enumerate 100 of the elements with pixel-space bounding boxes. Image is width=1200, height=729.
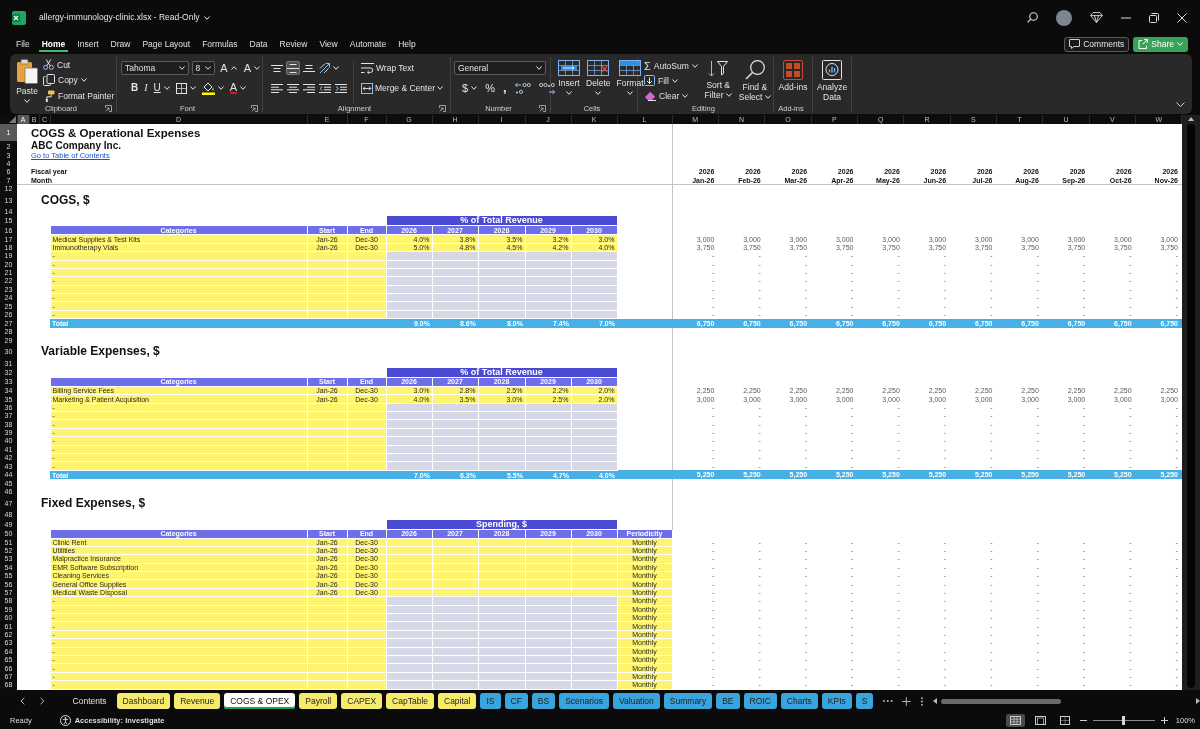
sheet-tab[interactable]: KPIs bbox=[821, 693, 852, 709]
sheet-tab[interactable]: CAPEX bbox=[341, 693, 383, 709]
zoom-in-icon[interactable] bbox=[1160, 717, 1168, 724]
caret-icon bbox=[566, 90, 572, 95]
diamond-icon[interactable] bbox=[1090, 12, 1103, 23]
font-color-button[interactable]: A bbox=[227, 81, 249, 95]
add-ins-button[interactable]: Add-ins bbox=[777, 58, 809, 103]
format-painter-button[interactable]: Format Painter bbox=[41, 89, 117, 103]
number-format-dropdown[interactable]: General bbox=[454, 61, 546, 75]
sheet-tab[interactable]: S bbox=[855, 693, 874, 709]
sheet-tab[interactable]: Capital bbox=[438, 693, 477, 709]
copy-button[interactable]: Copy bbox=[41, 73, 117, 87]
sheet-tab[interactable]: ROIC bbox=[743, 693, 777, 709]
decrease-decimal-icon bbox=[538, 82, 555, 94]
input-cell bbox=[307, 630, 347, 639]
bold-button[interactable]: B bbox=[129, 81, 141, 95]
underline-button[interactable]: U bbox=[151, 81, 172, 95]
scroll-right-icon[interactable] bbox=[1196, 698, 1200, 704]
dialog-launcher-icon[interactable] bbox=[251, 105, 258, 113]
more-options-icon[interactable] bbox=[920, 696, 923, 706]
orientation-button[interactable] bbox=[318, 61, 340, 75]
input-cell bbox=[347, 445, 386, 454]
fill-color-button[interactable] bbox=[199, 81, 226, 95]
sheet-tab[interactable]: Valuation bbox=[613, 693, 660, 709]
menu-tab[interactable]: Automate bbox=[346, 36, 390, 52]
align-center-button[interactable] bbox=[286, 81, 300, 95]
vertical-scrollbar-thumb[interactable] bbox=[1187, 124, 1195, 688]
autosum-button[interactable]: Σ AutoSum bbox=[642, 59, 700, 73]
increase-indent-button[interactable] bbox=[334, 81, 348, 95]
sheet-tab[interactable]: CapTable bbox=[386, 693, 434, 709]
zoom-slider-thumb[interactable] bbox=[1122, 716, 1126, 725]
merge-center-button[interactable]: Merge & Center bbox=[360, 81, 444, 95]
insert-cells-button[interactable]: Insert bbox=[557, 58, 581, 103]
menu-tab[interactable]: Review bbox=[276, 36, 311, 52]
percent-button[interactable]: % bbox=[483, 81, 497, 95]
sheet-tab[interactable]: BS bbox=[531, 693, 556, 709]
clear-button[interactable]: Clear bbox=[642, 89, 700, 103]
menu-tab[interactable]: Data bbox=[246, 36, 271, 52]
delete-cells-button[interactable]: Delete bbox=[585, 58, 612, 103]
sheet-tab[interactable]: Revenue bbox=[174, 693, 221, 709]
scroll-left-icon[interactable] bbox=[932, 698, 937, 704]
font-size-dropdown[interactable]: 8 bbox=[191, 61, 216, 75]
sheet-tab[interactable]: COGS & OPEX bbox=[224, 693, 296, 709]
italic-button[interactable]: I bbox=[142, 81, 150, 95]
decrease-decimal-button[interactable] bbox=[536, 81, 557, 95]
search-icon[interactable] bbox=[1027, 12, 1038, 23]
chevron-left-icon[interactable] bbox=[20, 697, 25, 705]
document-title[interactable]: allergy-immunology-clinic.xlsx - Read-Only bbox=[39, 11, 210, 24]
cut-button[interactable]: Cut bbox=[41, 58, 117, 71]
sheet-tab[interactable]: Payroll bbox=[299, 693, 338, 709]
sheet-tab[interactable]: BE bbox=[716, 693, 740, 709]
increase-decimal-button[interactable] bbox=[512, 81, 533, 95]
menu-tab[interactable]: Help bbox=[395, 36, 419, 52]
comments-button[interactable]: Comments bbox=[1064, 36, 1130, 52]
sort-filter-button[interactable]: Sort & Filter bbox=[701, 58, 735, 103]
align-middle-button[interactable] bbox=[286, 61, 300, 75]
borders-button[interactable] bbox=[173, 81, 198, 95]
dialog-launcher-icon[interactable] bbox=[539, 105, 546, 113]
menu-tab[interactable]: Page Layout bbox=[139, 36, 194, 52]
menu-tab[interactable]: View bbox=[316, 36, 341, 52]
menu-tab[interactable]: Home bbox=[38, 36, 69, 52]
format-cells-button[interactable]: Format bbox=[615, 58, 645, 103]
find-select-button[interactable]: Find & Select bbox=[736, 58, 773, 103]
menu-tab[interactable]: Insert bbox=[74, 36, 102, 52]
align-right-button[interactable] bbox=[302, 81, 316, 95]
analyze-data-button[interactable]: Analyze Data bbox=[813, 58, 851, 103]
currency-button[interactable]: $ bbox=[460, 81, 480, 95]
caret-icon bbox=[691, 63, 698, 68]
align-left-button[interactable] bbox=[270, 81, 284, 95]
sheet-tab[interactable]: CF bbox=[504, 693, 528, 709]
menu-tab[interactable]: File bbox=[13, 36, 33, 52]
comma-style-button[interactable]: , bbox=[500, 81, 509, 95]
close-icon[interactable] bbox=[1177, 12, 1187, 23]
accessibility-icon[interactable] bbox=[59, 715, 71, 726]
font-name-dropdown[interactable]: Tahoma bbox=[121, 61, 189, 75]
grow-font-button[interactable]: A bbox=[218, 61, 239, 75]
sheet-tab[interactable]: Charts bbox=[780, 693, 818, 709]
vertical-scrollbar[interactable] bbox=[1182, 115, 1200, 690]
menu-tab[interactable]: Draw bbox=[107, 36, 134, 52]
dialog-launcher-icon[interactable] bbox=[439, 105, 446, 113]
collapse-ribbon-icon[interactable] bbox=[1176, 102, 1185, 107]
user-avatar[interactable] bbox=[1056, 9, 1072, 26]
horizontal-scrollbar-thumb[interactable] bbox=[940, 698, 1061, 704]
dialog-launcher-icon[interactable] bbox=[105, 105, 112, 113]
sheet-tab[interactable]: IS bbox=[480, 693, 501, 709]
sheet-tab[interactable]: Contents bbox=[66, 693, 113, 709]
shrink-font-button[interactable]: A bbox=[241, 61, 262, 75]
sheet-tab[interactable]: Dashboard bbox=[116, 693, 171, 709]
wrap-text-button[interactable]: Wrap Text bbox=[360, 61, 415, 75]
restore-icon[interactable] bbox=[1149, 12, 1159, 23]
menu-tab[interactable]: Formulas bbox=[199, 36, 241, 52]
chevron-right-icon[interactable] bbox=[39, 697, 45, 705]
decrease-indent-button[interactable] bbox=[318, 81, 332, 95]
minimize-icon[interactable] bbox=[1121, 16, 1131, 19]
normal-view-button[interactable] bbox=[1005, 714, 1025, 727]
sheet-tab[interactable]: Scenarios bbox=[559, 693, 609, 709]
add-sheet-icon[interactable] bbox=[902, 696, 911, 706]
sheet-tab[interactable]: Summary bbox=[663, 693, 713, 709]
scroll-up-icon[interactable] bbox=[1188, 117, 1194, 121]
paste-button[interactable]: Paste bbox=[15, 57, 39, 103]
